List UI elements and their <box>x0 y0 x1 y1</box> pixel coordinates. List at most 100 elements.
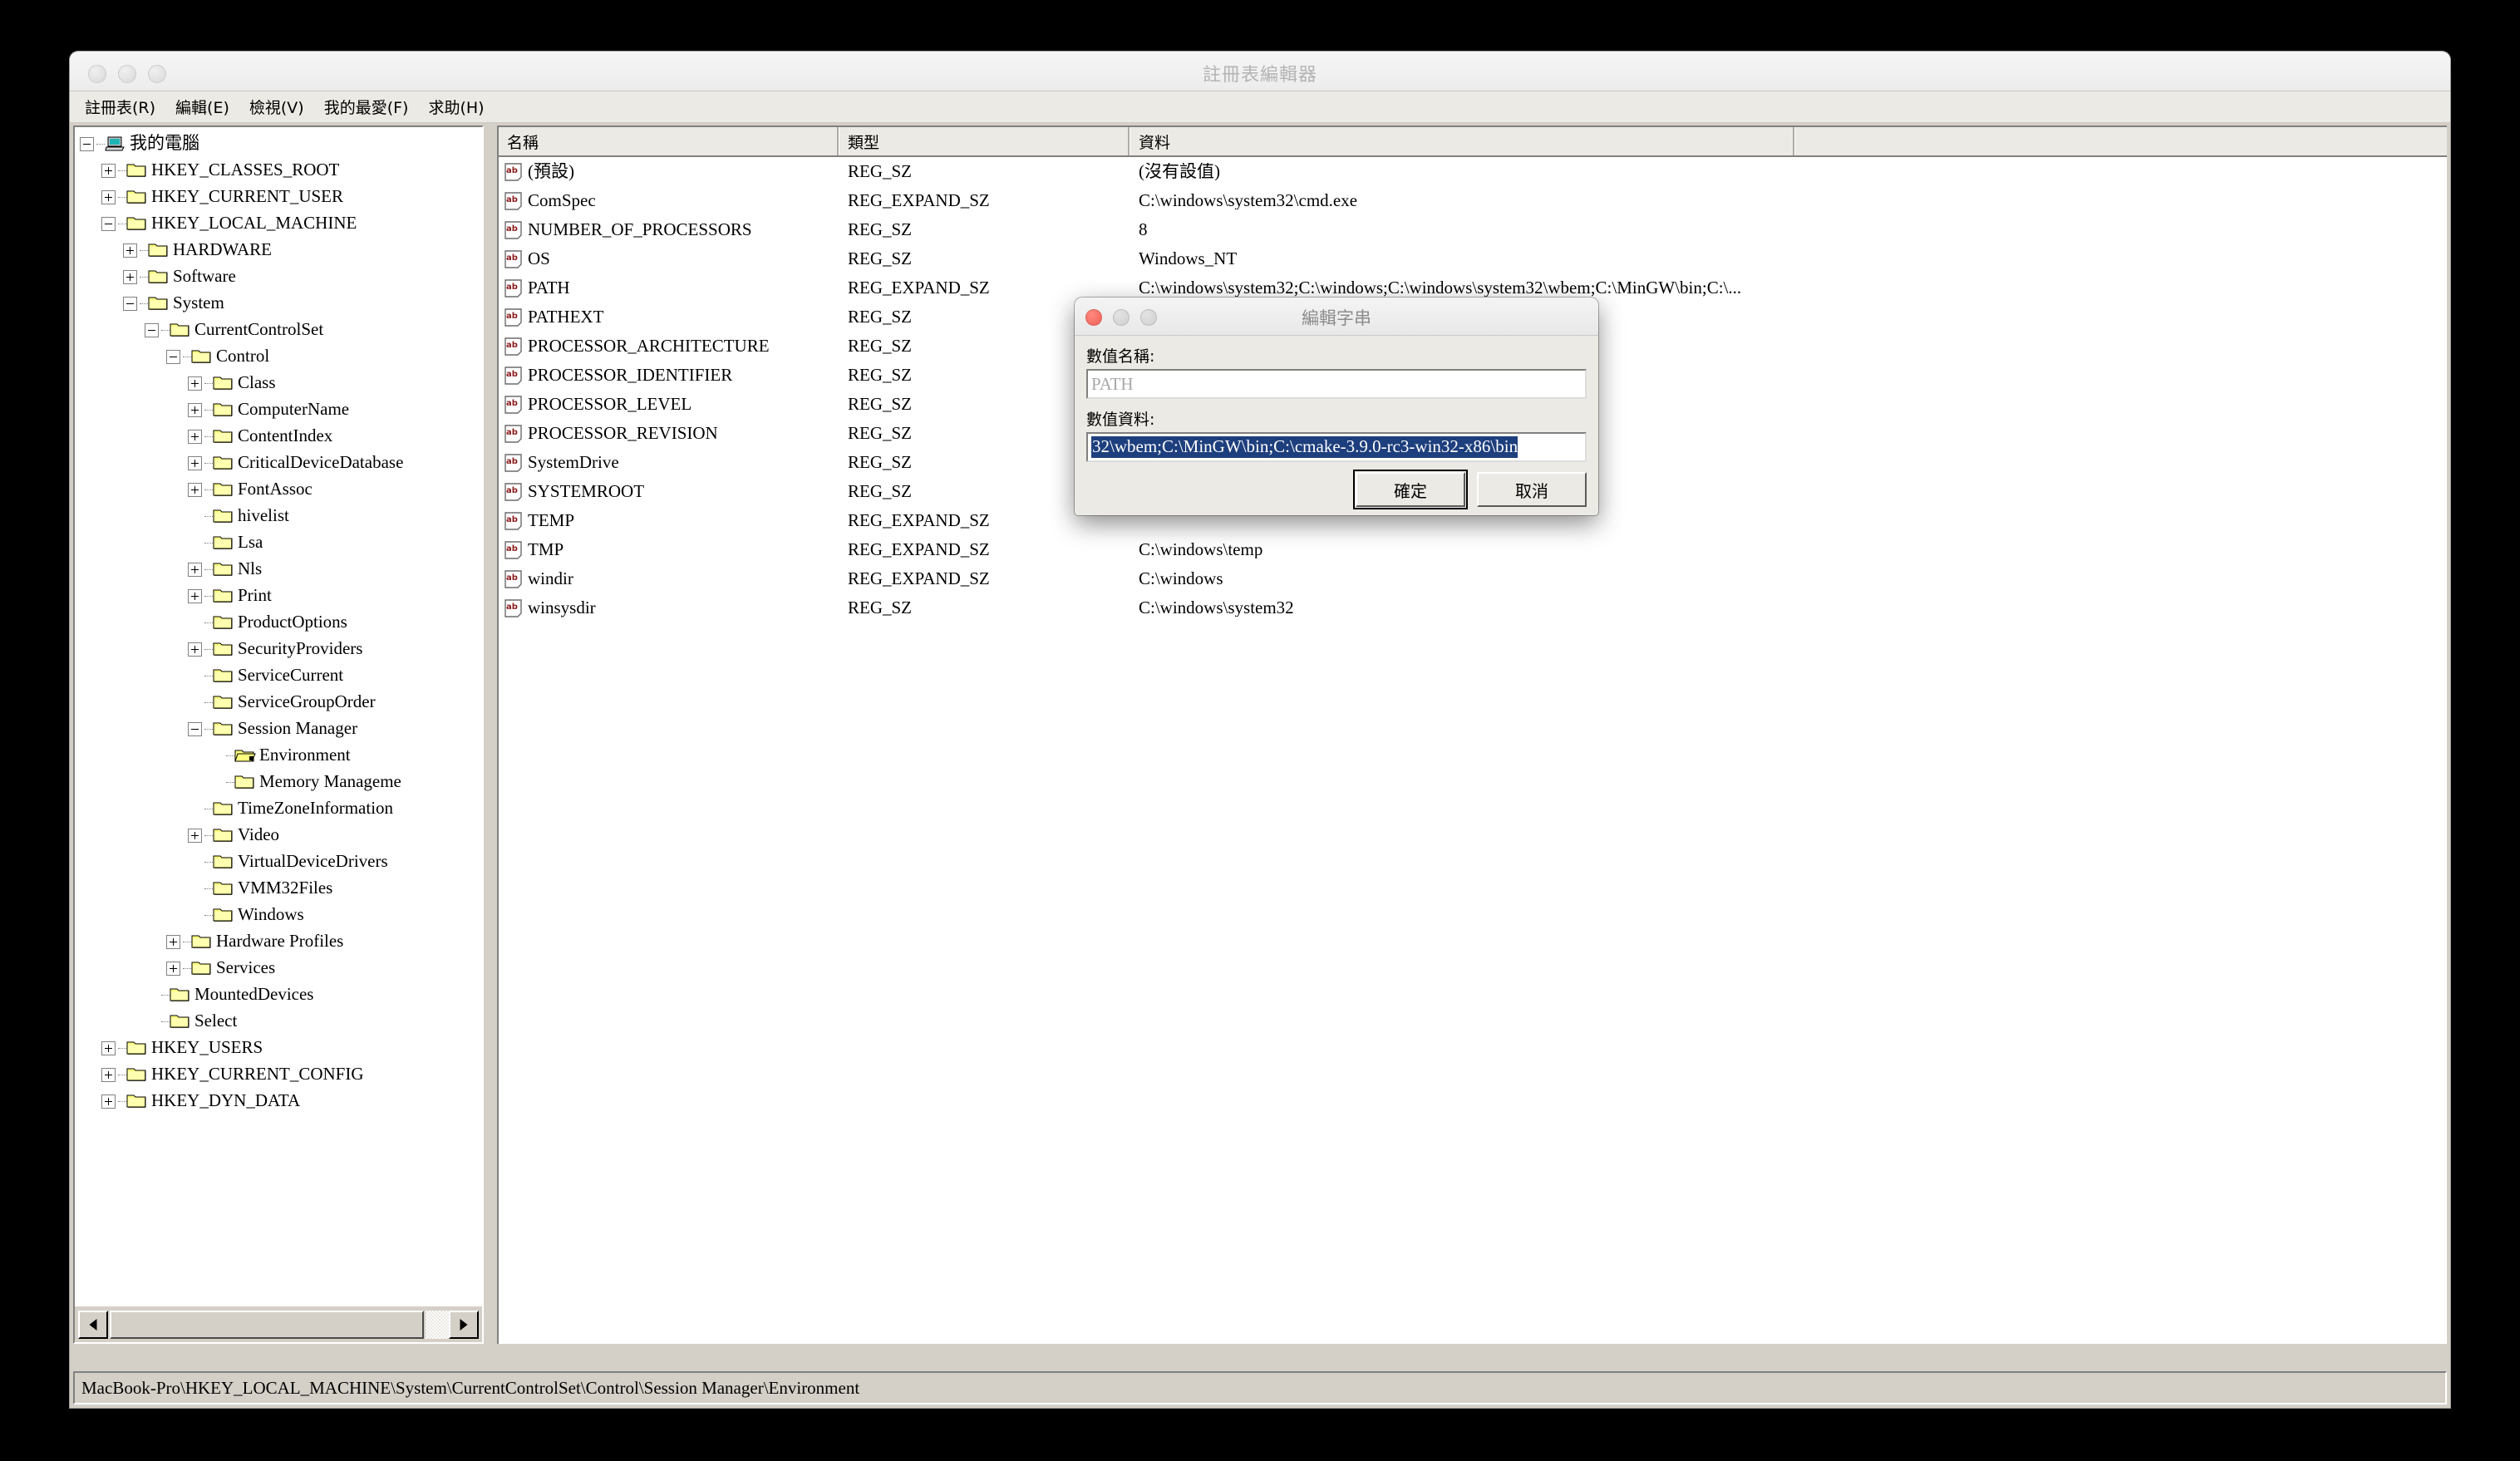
table-row[interactable]: ab ComSpec REG_EXPAND_SZ C:\windows\system3… <box>499 186 2447 215</box>
expand-icon[interactable] <box>188 588 202 603</box>
table-row[interactable]: ab windir REG_EXPAND_SZ C:\windows <box>499 564 2447 593</box>
tree-node[interactable]: VirtualDeviceDrivers <box>80 849 482 875</box>
collapse-icon[interactable] <box>145 322 159 337</box>
menu-view[interactable]: 檢視(V) <box>239 94 314 120</box>
tree-node[interactable]: HKEY_CLASSES_ROOT <box>80 157 482 184</box>
pane-splitter[interactable] <box>485 125 497 1344</box>
tree-node-label: Nls <box>238 558 263 578</box>
tree-node[interactable]: ContentIndex <box>80 423 482 450</box>
expand-icon[interactable] <box>101 1094 116 1109</box>
tree-node[interactable]: Video <box>80 822 482 849</box>
expand-icon[interactable] <box>188 402 202 417</box>
svg-text:ab: ab <box>506 457 518 466</box>
tree-node[interactable]: Session Manager <box>80 716 482 742</box>
tree-connector-line <box>204 435 213 437</box>
tree-node[interactable]: Hardware Profiles <box>80 928 482 955</box>
tree-node[interactable]: Nls <box>80 556 482 583</box>
collapse-icon[interactable] <box>188 721 202 736</box>
menu-edit[interactable]: 編輯(E) <box>165 94 239 120</box>
tree-node[interactable]: ComputerName <box>80 396 482 423</box>
column-header-extra[interactable] <box>1795 127 2447 155</box>
tree-node[interactable]: MountedDevices <box>80 981 482 1008</box>
tree-horizontal-scrollbar[interactable] <box>75 1306 482 1342</box>
tree-node[interactable]: CriticalDeviceDatabase <box>80 450 482 476</box>
scroll-thumb[interactable] <box>110 1310 424 1339</box>
tree-node[interactable]: System <box>80 290 482 317</box>
table-row[interactable]: ab TMP REG_EXPAND_SZ C:\windows\temp <box>499 535 2447 564</box>
tree-node[interactable]: HKEY_USERS <box>80 1035 482 1061</box>
tree-node[interactable]: ServiceGroupOrder <box>80 689 482 716</box>
column-header-type[interactable]: 類型 <box>839 127 1130 155</box>
tree-node[interactable]: Control <box>80 343 482 370</box>
expand-icon[interactable] <box>188 642 202 657</box>
menu-favorites[interactable]: 我的最愛(F) <box>314 94 419 120</box>
expand-icon[interactable] <box>166 934 180 949</box>
menu-registry[interactable]: 註冊表(R) <box>75 94 165 120</box>
tree-node[interactable]: Print <box>80 583 482 609</box>
tree-node[interactable]: HKEY_DYN_DATA <box>80 1088 482 1114</box>
scroll-track[interactable] <box>426 1310 449 1339</box>
cancel-button[interactable]: 取消 <box>1477 472 1587 507</box>
string-value-icon: ab <box>504 366 524 386</box>
tree-node[interactable]: HKEY_CURRENT_USER <box>80 184 482 210</box>
tree-node[interactable]: ServiceCurrent <box>80 662 482 689</box>
tree-node[interactable]: Class <box>80 370 482 396</box>
tree-connector-line <box>140 303 148 304</box>
tree-node[interactable]: CurrentControlSet <box>80 317 482 343</box>
expand-icon[interactable] <box>101 163 116 178</box>
table-row[interactable]: ab NUMBER_OF_PROCESSORS REG_SZ 8 <box>499 215 2447 244</box>
tree-node[interactable]: Memory Manageme <box>80 769 482 795</box>
expand-icon[interactable] <box>188 376 202 391</box>
cell-value-type: REG_EXPAND_SZ <box>848 568 990 588</box>
scroll-left-button[interactable] <box>78 1310 108 1339</box>
tree-node[interactable]: HKEY_CURRENT_CONFIG <box>80 1061 482 1088</box>
tree-node[interactable]: VMM32Files <box>80 875 482 902</box>
expand-icon[interactable] <box>123 243 137 258</box>
expand-icon[interactable] <box>188 482 202 497</box>
tree-node[interactable]: ProductOptions <box>80 609 482 636</box>
expand-icon[interactable] <box>188 562 202 577</box>
tree-node[interactable]: TimeZoneInformation <box>80 795 482 822</box>
menu-help[interactable]: 求助(H) <box>418 94 494 120</box>
collapse-icon[interactable] <box>166 349 180 364</box>
collapse-icon[interactable] <box>101 216 116 231</box>
table-row[interactable]: ab OS REG_SZ Windows_NT <box>499 244 2447 273</box>
tree-node[interactable]: Environment <box>80 742 482 769</box>
tree-node[interactable]: SecurityProviders <box>80 636 482 662</box>
tree-node[interactable]: 我的電腦 <box>80 130 482 157</box>
tree-scroll-area[interactable]: 我的電腦 HKEY_CLASSES_ROOT HKEY_CURRENT_USER HK… <box>75 127 482 1306</box>
tree-node[interactable]: HARDWARE <box>80 237 482 263</box>
column-header-name[interactable]: 名稱 <box>499 127 839 155</box>
tree-node[interactable]: Select <box>80 1008 482 1035</box>
expand-icon[interactable] <box>123 269 137 284</box>
tree-node[interactable]: Software <box>80 263 482 290</box>
tree-node[interactable]: Services <box>80 955 482 981</box>
table-row[interactable]: ab winsysdir REG_SZ C:\windows\system32 <box>499 593 2447 622</box>
svg-text:ab: ab <box>506 544 518 553</box>
expand-icon[interactable] <box>188 455 202 470</box>
ok-button[interactable]: 確定 <box>1353 470 1468 509</box>
collapse-icon[interactable] <box>123 296 137 311</box>
collapse-icon[interactable] <box>80 136 94 151</box>
string-value-icon: ab <box>504 395 524 415</box>
table-row[interactable]: ab (預設) REG_SZ (沒有設值) <box>499 157 2447 186</box>
tree-node-label: VirtualDeviceDrivers <box>238 850 388 871</box>
value-name-input[interactable]: PATH <box>1086 369 1587 399</box>
value-data-input[interactable]: 32\wbem;C:\MinGW\bin;C:\cmake-3.9.0-rc3-… <box>1086 432 1587 462</box>
expand-icon[interactable] <box>166 961 180 976</box>
expand-icon[interactable] <box>101 189 116 204</box>
tree-node[interactable]: hivelist <box>80 503 482 529</box>
expand-icon[interactable] <box>101 1067 116 1082</box>
dialog-titlebar[interactable]: 編輯字串 <box>1075 298 1598 336</box>
expand-icon[interactable] <box>101 1040 116 1055</box>
expand-icon[interactable] <box>188 828 202 843</box>
expand-icon[interactable] <box>188 429 202 444</box>
tree-node[interactable]: FontAssoc <box>80 476 482 503</box>
folder-icon <box>126 162 148 179</box>
tree-node[interactable]: Lsa <box>80 529 482 556</box>
tree-node[interactable]: HKEY_LOCAL_MACHINE <box>80 210 482 237</box>
window-titlebar[interactable]: 註冊表編輯器 <box>70 52 2450 91</box>
scroll-right-button[interactable] <box>449 1310 479 1339</box>
tree-node[interactable]: Windows <box>80 902 482 928</box>
column-header-data[interactable]: 資料 <box>1130 127 1795 155</box>
